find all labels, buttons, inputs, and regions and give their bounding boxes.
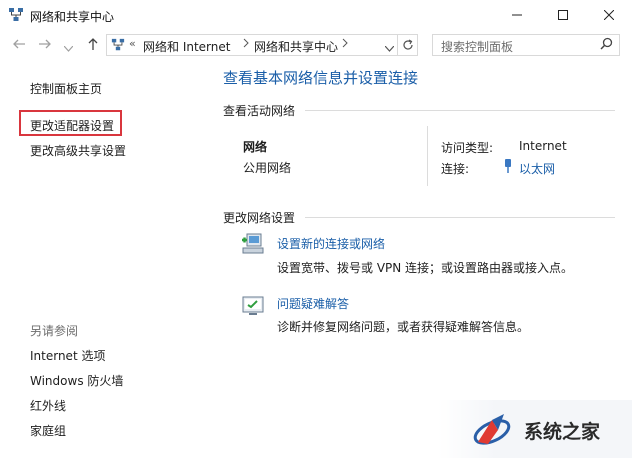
sidebar-change-advanced-sharing[interactable]: 更改高级共享设置: [30, 142, 126, 159]
active-networks-heading: 查看活动网络: [223, 104, 296, 118]
watermark: 系统之家: [438, 400, 632, 458]
network-name: 网络: [243, 140, 268, 154]
sidebar-windows-firewall[interactable]: Windows 防火墙: [30, 372, 123, 389]
setup-new-connection-description: 设置宽带、拨号或 VPN 连接；或设置路由器或接入点。: [277, 261, 574, 275]
setup-new-connection-link[interactable]: 设置新的连接或网络: [277, 235, 385, 252]
page-title: 查看基本网络信息并设置连接: [223, 69, 419, 87]
arrow-left-icon: [13, 39, 25, 49]
divider: [305, 217, 615, 218]
divider: [427, 126, 428, 186]
window-title: 网络和共享中心: [30, 10, 115, 24]
forward-button[interactable]: [38, 37, 52, 55]
connection-ethernet-link[interactable]: 以太网: [519, 160, 555, 177]
search-box[interactable]: 搜索控制面板: [432, 34, 620, 56]
troubleshoot-problems-description: 诊断并修复网络问题，或者获得疑难解答信息。: [277, 320, 530, 334]
arrow-up-icon: [88, 38, 98, 50]
search-placeholder: 搜索控制面板: [441, 40, 514, 54]
change-network-settings-heading: 更改网络设置: [223, 211, 296, 225]
navigation-bar: « 网络和 Internet 网络和共享中心 搜索控制面板: [0, 33, 632, 59]
maximize-icon: [558, 10, 568, 20]
troubleshoot-problems-link[interactable]: 问题疑难解答: [277, 295, 349, 312]
minimize-icon: [512, 14, 522, 16]
network-category: 公用网络: [243, 161, 292, 175]
watermark-text: 系统之家: [524, 421, 601, 443]
minimize-button[interactable]: [494, 0, 540, 30]
breadcrumb-network-sharing-center[interactable]: 网络和共享中心: [254, 38, 338, 55]
watermark-logo-icon: [473, 414, 511, 445]
address-bar[interactable]: « 网络和 Internet 网络和共享中心: [106, 34, 398, 56]
main-content: 查看基本网络信息并设置连接 查看活动网络 网络 公用网络 访问类型: Inter…: [205, 62, 632, 458]
ethernet-icon: [505, 159, 511, 173]
new-connection-icon: [242, 233, 264, 254]
chevron-right-icon[interactable]: [243, 38, 249, 51]
access-type-label: 访问类型:: [441, 141, 494, 155]
breadcrumb-overflow[interactable]: «: [129, 37, 136, 50]
breadcrumb-network-internet[interactable]: 网络和 Internet: [143, 38, 230, 55]
recent-locations-button[interactable]: [63, 40, 74, 56]
up-button[interactable]: [86, 37, 100, 55]
access-type-value: Internet: [519, 139, 567, 153]
chevron-right-icon[interactable]: [342, 38, 348, 51]
sidebar-infrared[interactable]: 红外线: [30, 397, 66, 414]
address-dropdown-icon[interactable]: [384, 42, 395, 55]
back-button[interactable]: [12, 37, 26, 55]
title-bar: 网络和共享中心: [0, 0, 632, 30]
refresh-button[interactable]: [398, 34, 418, 56]
sidebar-internet-options[interactable]: Internet 选项: [30, 347, 105, 364]
close-icon: [604, 10, 614, 20]
sidebar-homegroup[interactable]: 家庭组: [30, 422, 66, 439]
chevron-down-icon: [63, 45, 74, 52]
sidebar-control-panel-home[interactable]: 控制面板主页: [30, 80, 102, 97]
close-button[interactable]: [586, 0, 632, 30]
maximize-button[interactable]: [540, 0, 586, 30]
troubleshoot-icon: [242, 296, 264, 315]
sidebar-change-adapter-settings[interactable]: 更改适配器设置: [30, 117, 114, 134]
arrow-right-icon: [39, 39, 51, 49]
control-panel-icon: [111, 38, 125, 51]
search-icon[interactable]: [600, 37, 613, 54]
network-center-icon: [9, 8, 23, 21]
connection-label: 连接:: [441, 162, 470, 176]
refresh-icon: [402, 39, 413, 50]
divider: [305, 110, 615, 111]
see-also-heading: 另请参阅: [30, 324, 79, 338]
